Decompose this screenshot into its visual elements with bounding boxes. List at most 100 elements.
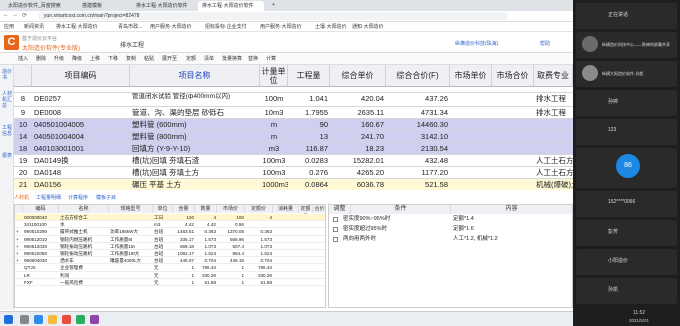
- grid-cell-name[interactable]: 碾压 平基 土方: [130, 179, 260, 190]
- grid-cell-no[interactable]: 14: [14, 131, 32, 142]
- downgrade-button[interactable]: 降级: [72, 55, 82, 62]
- project-title[interactable]: 排水工程: [120, 40, 144, 49]
- material-cell[interactable]: 履带式推土机: [59, 228, 109, 235]
- material-cell[interactable]: 台班: [153, 228, 173, 235]
- material-cell[interactable]: +: [15, 243, 23, 250]
- material-cell[interactable]: 元: [153, 264, 173, 271]
- material-cell[interactable]: 1.573: [245, 236, 273, 243]
- material-cell[interactable]: 洒水车: [59, 257, 109, 264]
- grid-cell-qty[interactable]: 1.7955: [288, 107, 330, 118]
- quota-button[interactable]: 定额: [186, 55, 196, 62]
- material-cell[interactable]: 449.07: [173, 257, 195, 264]
- material-cell[interactable]: 0.56: [217, 221, 245, 228]
- grid-cell-unit[interactable]: 1000m3: [260, 179, 288, 190]
- grid-cell-price[interactable]: 241.70: [330, 131, 386, 142]
- adjust-checkbox[interactable]: [333, 217, 338, 222]
- material-cell[interactable]: 335.17: [173, 236, 195, 243]
- batch-convert-button[interactable]: 批量换算: [222, 55, 242, 62]
- grid-cell-total[interactable]: 2130.54: [386, 143, 450, 154]
- bookmark-item[interactable]: 招标投标·企业支付: [205, 23, 247, 30]
- material-cell[interactable]: 1: [217, 272, 245, 279]
- material-cell[interactable]: FXF: [23, 279, 59, 286]
- start-icon[interactable]: [4, 315, 13, 324]
- grid-row[interactable]: 10 040501004005 塑料管 (600mm) m 90 160.67 14460.…: [14, 119, 573, 131]
- material-row[interactable]: +990512010 钢轮内燃压路机 工作质量8t 台班 335.17 1.573 566.…: [15, 236, 325, 243]
- material-cell[interactable]: 120: [173, 214, 195, 221]
- app-icon[interactable]: [90, 315, 99, 324]
- grid-cell-mprice[interactable]: [450, 143, 492, 154]
- grid-cell-qty[interactable]: 116.87: [288, 143, 330, 154]
- grid-cell-code[interactable]: DA0156: [32, 179, 130, 190]
- grid-cell-no[interactable]: 20: [14, 167, 32, 178]
- calculate-button[interactable]: 计算: [266, 55, 276, 62]
- material-cell[interactable]: 1.073: [245, 243, 273, 250]
- grid-cell-unit[interactable]: m3: [260, 143, 288, 154]
- grid-cell-qty[interactable]: 90: [288, 119, 330, 130]
- material-cell[interactable]: 964.4: [217, 250, 245, 257]
- grid-cell-name[interactable]: 管道闭水试验 管径(ф400mm以内): [130, 93, 260, 106]
- move-down-button[interactable]: 下移: [108, 55, 118, 62]
- grid-cell-spec[interactable]: 排水工程: [534, 93, 573, 106]
- grid-cell-code[interactable]: [32, 87, 130, 92]
- chrome-icon[interactable]: [62, 315, 71, 324]
- grid-cell-name[interactable]: 管道、沟、渠的垫层 砂砾石: [130, 107, 260, 118]
- material-cell[interactable]: 330.28: [245, 272, 273, 279]
- adjust-checkbox[interactable]: [333, 237, 338, 242]
- grid-cell-no[interactable]: 21: [14, 179, 32, 190]
- material-cell[interactable]: +: [15, 257, 23, 264]
- participant-tile[interactable]: 彭芳: [576, 220, 677, 246]
- grid-row[interactable]: 21 DA0156 碾压 平基 土方 1000m3 0.0864 6036.78 521.5…: [14, 179, 573, 190]
- participant-tile[interactable]: 正在讲话: [576, 3, 677, 29]
- material-cell[interactable]: 1.623: [195, 250, 217, 257]
- grid-cell-qty[interactable]: 0.0283: [288, 155, 330, 166]
- adjust-row[interactable]: 两向用两外时 人工*1.2, 机械*1.2: [329, 235, 572, 244]
- material-cell[interactable]: 000000040: [23, 214, 59, 221]
- material-cell[interactable]: 功率165kW大: [109, 228, 153, 235]
- grid-header[interactable]: 市场合价: [492, 65, 534, 87]
- grid-cell-no[interactable]: [14, 87, 32, 92]
- material-row[interactable]: QTJX 企业管理费元 1 795.43 1 795.43: [15, 264, 325, 272]
- new-tab-button[interactable]: +: [268, 1, 278, 11]
- material-cell[interactable]: 990510290: [23, 228, 59, 235]
- browser-tab-active[interactable]: 排水工程·大阳造价软件: [198, 1, 264, 11]
- material-row[interactable]: +990512030 钢轮振动压路机 工作质量15t 台班 669.18 1.073 607…: [15, 243, 325, 250]
- grid-cell-spec[interactable]: [534, 131, 573, 142]
- material-cell[interactable]: QTJX: [23, 264, 59, 271]
- grid-row[interactable]: 8 DE0257 管道闭水试验 管径(ф400mm以内) 100m 1.041 420.0…: [14, 93, 573, 107]
- expand-to-button[interactable]: 展开至: [162, 55, 177, 62]
- material-row[interactable]: LR 利润元 1 330.28 1 330.28: [15, 272, 325, 279]
- participant-tile[interactable]: 86: [576, 148, 677, 188]
- grid-header[interactable]: 工程量: [288, 65, 330, 87]
- material-row[interactable]: 341100100 水 m3 4.42 4.42 0.56: [15, 221, 325, 229]
- adjust-row[interactable]: 密实度90%~95%时 定额*1.4: [329, 215, 572, 224]
- material-cell[interactable]: 工作质量15t: [109, 243, 153, 250]
- material-cell[interactable]: 4: [195, 214, 217, 221]
- material-cell[interactable]: 4.42: [173, 221, 195, 228]
- grid-cell-spec[interactable]: 人工土石方: [534, 155, 573, 166]
- grid-cell-qty[interactable]: 1.041: [288, 93, 330, 106]
- url-input[interactable]: yun.smartcost.com.cn/main?project=82478: [38, 12, 508, 20]
- material-cell[interactable]: 钢轮内燃压路机: [59, 236, 109, 243]
- grid-cell-mtotal[interactable]: [492, 155, 534, 166]
- grid-cell-no[interactable]: 10: [14, 119, 32, 130]
- material-cell[interactable]: 4.42: [195, 221, 217, 228]
- material-cell[interactable]: 1: [173, 279, 195, 286]
- bookmark-item[interactable]: 青岛市政...: [118, 23, 142, 30]
- material-cell[interactable]: 工作质量18t大: [109, 250, 153, 257]
- nav-item-reports[interactable]: 报表: [2, 153, 12, 159]
- grid-row[interactable]: 20 DA0148 槽(坑)回填 夯填土方 100m3 0.276 4265.20 1177…: [14, 167, 573, 179]
- delete-button[interactable]: 删除: [36, 55, 46, 62]
- grid-cell-unit[interactable]: m: [260, 119, 288, 130]
- material-cell[interactable]: 1483.61: [173, 228, 195, 235]
- material-cell[interactable]: 工日: [153, 214, 173, 221]
- grid-cell-mtotal[interactable]: [492, 87, 534, 92]
- bookmark-item[interactable]: 新闻资讯: [24, 23, 44, 30]
- material-cell[interactable]: 1: [217, 264, 245, 271]
- grid-cell-name[interactable]: [130, 87, 260, 92]
- participant-tile[interactable]: 孙凯: [576, 278, 677, 304]
- material-cell[interactable]: 1: [173, 264, 195, 271]
- reload-icon[interactable]: ⟳: [22, 12, 27, 19]
- material-cell[interactable]: 元: [153, 272, 173, 279]
- grid-cell-price[interactable]: 6036.78: [330, 179, 386, 190]
- grid-cell-price[interactable]: 15282.01: [330, 155, 386, 166]
